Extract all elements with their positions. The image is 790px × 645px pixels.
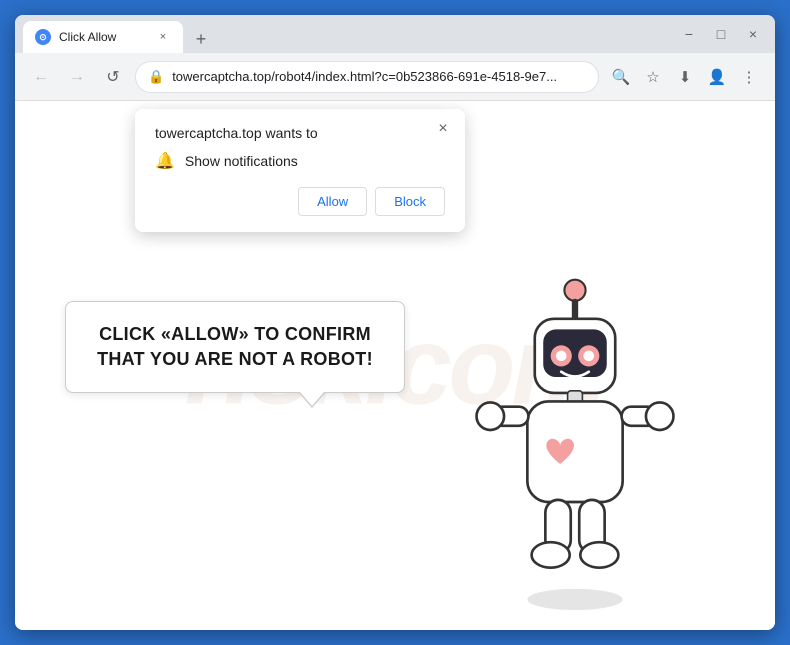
url-text: towercaptcha.top/robot4/index.html?c=0b5… [172, 69, 586, 84]
tab-area: ⊙ Click Allow × + [23, 15, 675, 53]
profile-icon[interactable]: 👤 [703, 63, 731, 91]
back-icon: ← [33, 68, 49, 86]
search-icon[interactable]: 🔍 [607, 63, 635, 91]
speech-bubble: CLICK «ALLOW» TO CONFIRM THAT YOU ARE NO… [65, 301, 405, 393]
popup-notification-label: Show notifications [185, 153, 298, 169]
toolbar-right-icons: 🔍 ☆ ⬇ 👤 ⋮ [607, 63, 763, 91]
forward-icon: → [69, 68, 85, 86]
back-button[interactable]: ← [27, 63, 55, 91]
popup-close-button[interactable]: × [431, 117, 455, 141]
bell-icon: 🔔 [155, 151, 175, 171]
menu-icon[interactable]: ⋮ [735, 63, 763, 91]
maximize-button[interactable]: □ [711, 24, 731, 44]
title-bar: ⊙ Click Allow × + − □ × [15, 15, 775, 53]
active-tab[interactable]: ⊙ Click Allow × [23, 21, 183, 53]
bubble-text: CLICK «ALLOW» TO CONFIRM THAT YOU ARE NO… [90, 322, 380, 372]
browser-window: ⊙ Click Allow × + − □ × ← → ↺ 🔒 towercap… [15, 15, 775, 630]
new-tab-button[interactable]: + [187, 25, 215, 53]
robot-image [435, 250, 715, 610]
robot-container [435, 250, 715, 610]
tab-title: Click Allow [59, 30, 147, 44]
window-controls: − □ × [679, 24, 767, 44]
toolbar: ← → ↺ 🔒 towercaptcha.top/robot4/index.ht… [15, 53, 775, 101]
popup-notification-row: 🔔 Show notifications [155, 151, 445, 171]
download-icon[interactable]: ⬇ [671, 63, 699, 91]
page-content: risk.com × towercaptcha.top wants to 🔔 S… [15, 101, 775, 630]
address-bar[interactable]: 🔒 towercaptcha.top/robot4/index.html?c=0… [135, 61, 599, 93]
forward-button[interactable]: → [63, 63, 91, 91]
refresh-button[interactable]: ↺ [99, 63, 127, 91]
block-button[interactable]: Block [375, 187, 445, 216]
bookmark-icon[interactable]: ☆ [639, 63, 667, 91]
lock-icon: 🔒 [148, 69, 164, 85]
close-window-button[interactable]: × [743, 24, 763, 44]
minimize-button[interactable]: − [679, 24, 699, 44]
tab-close-button[interactable]: × [155, 29, 171, 45]
refresh-icon: ↺ [106, 67, 119, 87]
popup-title: towercaptcha.top wants to [155, 125, 445, 141]
tab-favicon: ⊙ [35, 29, 51, 45]
allow-button[interactable]: Allow [298, 187, 367, 216]
popup-buttons: Allow Block [155, 187, 445, 216]
notification-popup: × towercaptcha.top wants to 🔔 Show notif… [135, 109, 465, 232]
